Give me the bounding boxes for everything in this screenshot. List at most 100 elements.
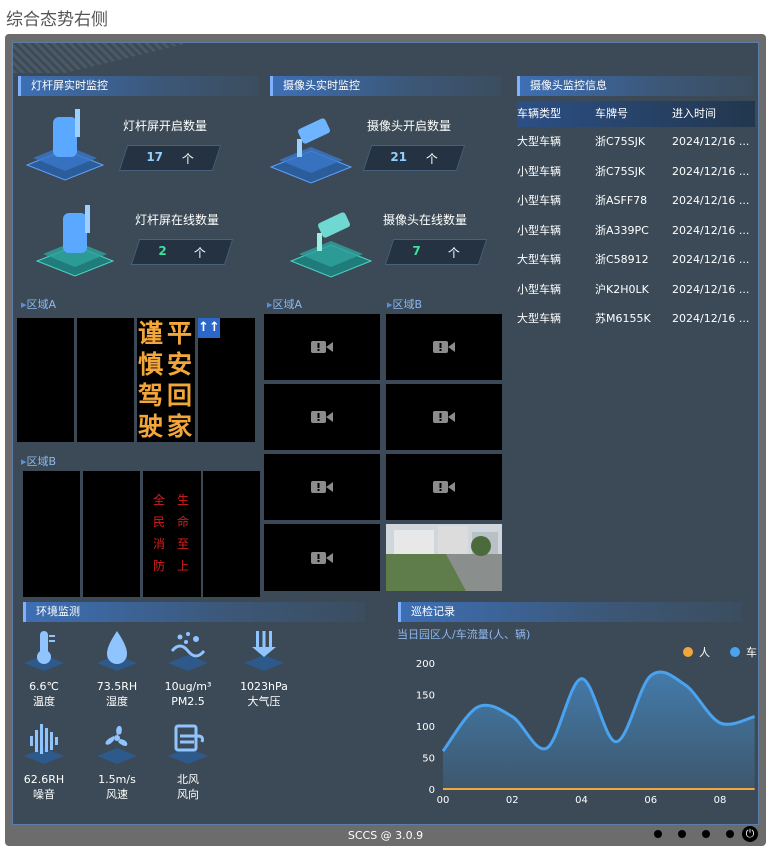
table-row[interactable]: 小型车辆 浙C75SJK 2024/12/16 ... (517, 157, 755, 187)
led-screen[interactable] (203, 471, 260, 597)
camera-section-title: 摄像头实时监控 (270, 76, 502, 96)
camera-offline-icon (433, 411, 455, 423)
page-title: 综合态势右侧 (6, 10, 108, 30)
cell-type: 小型车辆 (517, 223, 561, 237)
env-label: 大气压 (247, 695, 281, 708)
env-item-pm25: 10ug/m³ PM2.5 (153, 627, 223, 709)
camera-feed[interactable] (386, 384, 502, 450)
camera-live-feed[interactable] (386, 524, 502, 591)
lamp-online-label: 灯杆屏在线数量 (135, 213, 220, 227)
cell-time: 2024/12/16 ... (672, 312, 750, 325)
pager-dots[interactable] (654, 830, 734, 838)
patrol-section-title: 巡检记录 (398, 602, 742, 622)
led-screen[interactable] (23, 471, 80, 597)
x-tick-label: 04 (575, 795, 588, 806)
camera-feed[interactable] (386, 454, 502, 520)
env-label: 风向 (177, 788, 199, 801)
env-item-noise: 62.6RH 噪音 (13, 720, 79, 802)
env-item-wind-direction: 北风 风向 (153, 720, 223, 802)
camera-feed[interactable] (264, 454, 380, 520)
cell-time: 2024/12/16 ... (672, 164, 750, 178)
table-row[interactable]: 大型车辆 浙C75SJK 2024/12/16 ... (517, 127, 755, 157)
led-screen[interactable]: ↑↑ (198, 318, 255, 442)
led-screen[interactable] (83, 471, 140, 597)
camera-offline-icon (311, 411, 333, 423)
camera-feed[interactable] (264, 524, 380, 591)
camera-offline-icon (311, 341, 333, 353)
camera-feed[interactable] (264, 314, 380, 380)
version-label: SCCS @ 3.0.9 (347, 829, 424, 842)
lamp-online-value: 2 (158, 244, 167, 258)
lamp-screen-on-icon (25, 109, 105, 181)
lamp-on-unit: 个 (181, 152, 194, 166)
camera-online-unit: 个 (447, 246, 460, 260)
table-row[interactable]: 小型车辆 浙ASFF78 2024/12/16 ... (517, 186, 755, 216)
cell-plate: 苏M6155K (595, 312, 651, 325)
power-icon[interactable]: ⏻ (742, 826, 758, 842)
cell-plate: 浙ASFF78 (595, 194, 648, 207)
env-item-humidity: 73.5RH 湿度 (82, 627, 152, 709)
led-text-b-col2: 生命至上 (177, 493, 190, 573)
traffic-line-chart: 0 50 100 150 200 00 02 04 06 08 (416, 659, 755, 806)
env-value: 62.6RH (23, 773, 65, 786)
camera-snapshot (386, 524, 502, 591)
env-item-wind-speed: 1.5m/s 风速 (82, 720, 152, 802)
table-row[interactable]: 大型车辆 浙C58912 2024/12/16 ... (517, 245, 755, 275)
cell-type: 大型车辆 (517, 312, 561, 325)
cell-time: 2024/12/16 ... (672, 135, 750, 148)
cell-plate: 浙C58912 (595, 253, 649, 266)
camera-offline-icon (433, 481, 455, 493)
camera-online-value: 7 (412, 244, 421, 258)
table-row[interactable]: 小型车辆 浙A339PC 2024/12/16 ... (517, 216, 755, 246)
pager-dot[interactable] (678, 830, 686, 838)
env-label: 湿度 (106, 695, 128, 708)
pager-dot[interactable] (726, 830, 734, 838)
camera-info-title: 摄像头监控信息 (517, 76, 753, 96)
led-screen[interactable]: 谨慎驾驶 平安回家 (137, 318, 195, 442)
lamp-on-value-box: 17 个 (118, 145, 222, 171)
cell-type: 小型车辆 (517, 194, 561, 207)
led-screen[interactable]: 全民消防 生命至上 (143, 471, 201, 597)
y-tick-label: 200 (416, 659, 435, 670)
env-value: 6.6℃ (29, 680, 59, 693)
camera-on-unit: 个 (425, 152, 438, 166)
led-screen[interactable] (17, 318, 74, 442)
led-text-col1: 谨慎驾驶 (138, 319, 164, 441)
y-tick-label: 100 (416, 722, 435, 733)
header-vehicle-type: 车辆类型 (517, 107, 561, 120)
camera-on-icon (269, 118, 353, 184)
camera-offline-icon (311, 551, 333, 564)
header-entry-time: 进入时间 (672, 107, 716, 120)
x-tick-label: 06 (644, 795, 657, 806)
cell-time: 2024/12/16 ... (672, 253, 750, 266)
env-section-title: 环境监测 (23, 602, 365, 622)
wind-direction-icon (168, 724, 208, 764)
camera-on-label: 摄像头开启数量 (367, 119, 452, 133)
lamp-on-value: 17 (146, 150, 164, 164)
camera-offline-icon (311, 481, 333, 493)
footer-bar: SCCS @ 3.0.9 ⏻ (5, 826, 766, 846)
camera-feed[interactable] (386, 314, 502, 380)
led-screen[interactable] (77, 318, 134, 442)
table-row[interactable]: 小型车辆 沪K2H0LK 2024/12/16 ... (517, 275, 755, 305)
camera-online-value-box: 7 个 (384, 239, 488, 265)
camera-area-b-label: 区域B (387, 296, 423, 312)
env-value: 1023hPa (240, 680, 288, 693)
cell-time: 2024/12/16 ... (672, 223, 750, 237)
vehicle-area (443, 671, 755, 789)
lamp-online-unit: 个 (193, 246, 206, 260)
camera-on-value: 21 (390, 150, 408, 164)
camera-area-a-label: 区域A (267, 296, 303, 312)
env-item-temperature: 6.6℃ 温度 (13, 627, 79, 709)
led-text-b-col1: 全民消防 (153, 493, 166, 573)
led-text-col2: 平安回家 (167, 319, 193, 441)
env-value: 73.5RH (96, 680, 138, 693)
env-value: 10ug/m³ (164, 680, 212, 693)
cell-type: 大型车辆 (517, 135, 561, 148)
pager-dot[interactable] (702, 830, 710, 838)
pager-dot[interactable] (654, 830, 662, 838)
table-row[interactable]: 大型车辆 苏M6155K 2024/12/16 ... (517, 304, 755, 334)
dashboard-panel: 灯杆屏实时监控 灯杆屏开启数量 17 个 灯杆屏在线数量 2 个 摄像头实时监控… (12, 42, 759, 825)
camera-feed[interactable] (264, 384, 380, 450)
pm25-icon (168, 632, 208, 671)
